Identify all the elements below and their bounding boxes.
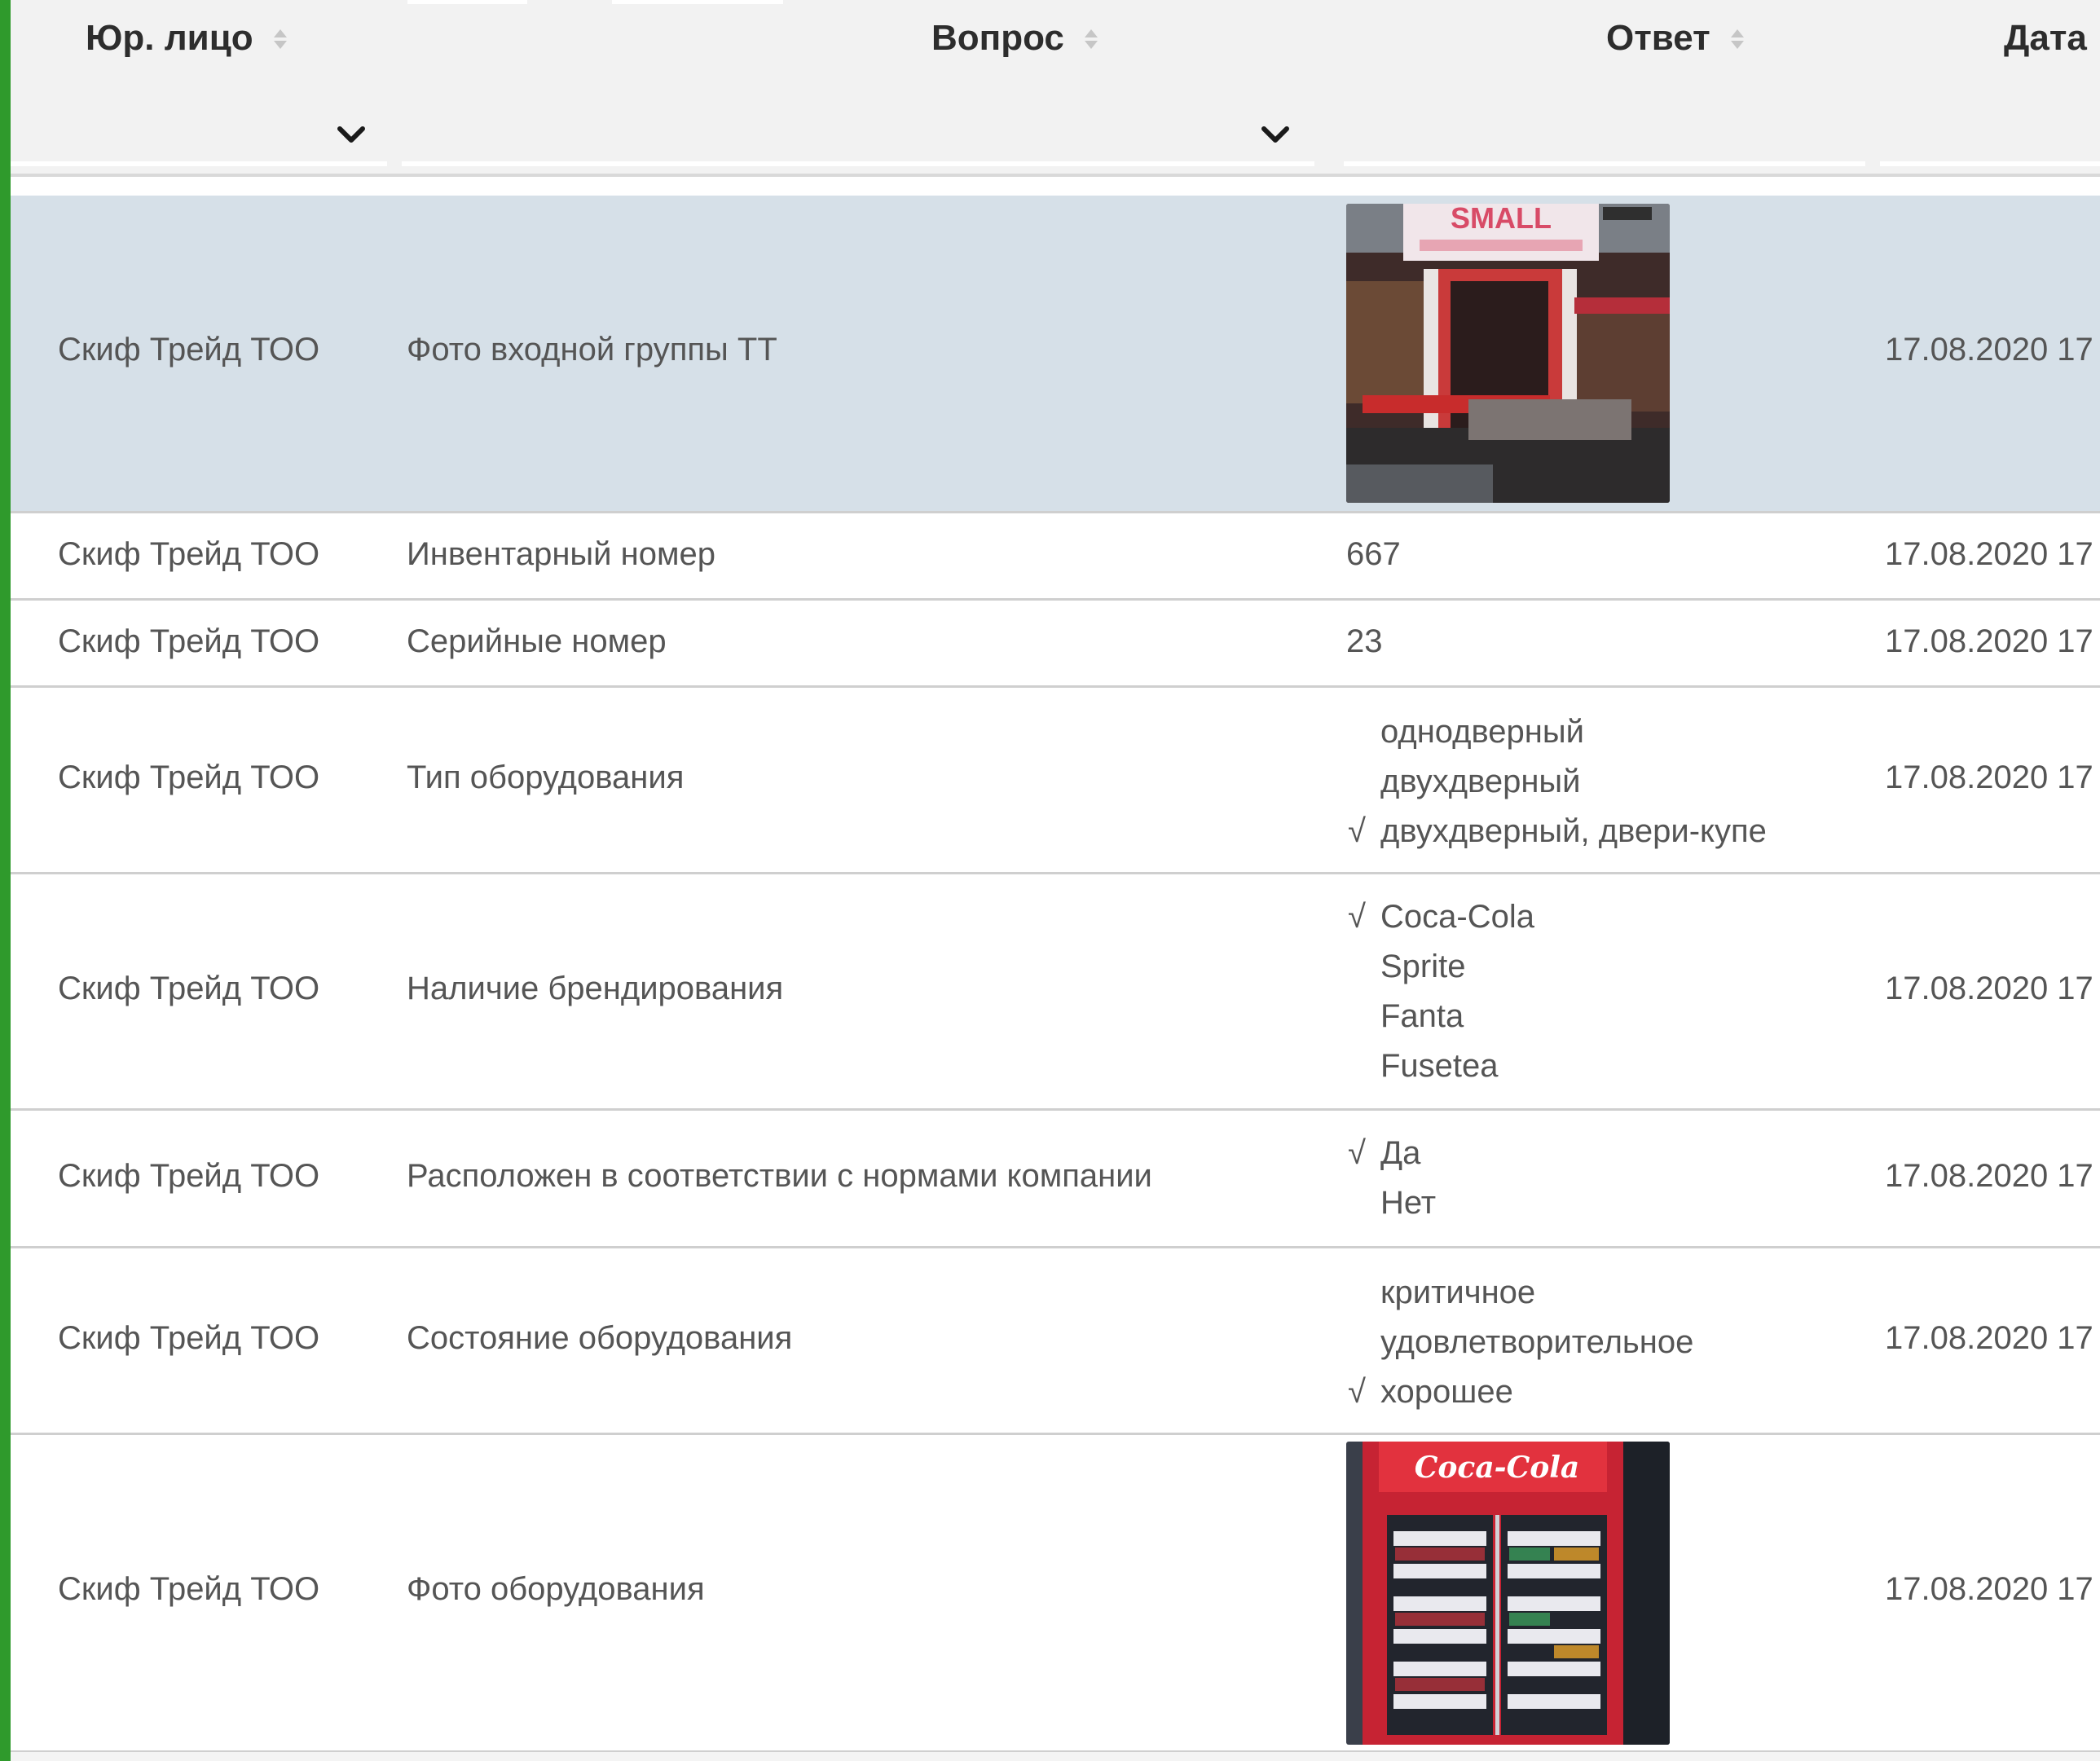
answer-option: √ хорошее bbox=[1346, 1367, 1693, 1417]
answer-cell: 23 bbox=[1346, 623, 1383, 659]
tab-indicator bbox=[612, 0, 783, 4]
table-row[interactable]: Скиф Трейд ТОО Инвентарный номер 667 17.… bbox=[11, 513, 2100, 601]
chevron-down-icon[interactable] bbox=[1259, 119, 1292, 152]
answer-option: удовлетворительное bbox=[1380, 1324, 1694, 1360]
date-cell: 17.08.2020 17 bbox=[1885, 1320, 2093, 1356]
check-icon: √ bbox=[1348, 813, 1366, 849]
answer-option: Fusetea bbox=[1380, 1048, 1499, 1084]
answer-option: Нет bbox=[1380, 1185, 1437, 1221]
sort-icon[interactable] bbox=[1082, 25, 1100, 53]
answer-filter-input[interactable] bbox=[1344, 98, 1865, 166]
photo-sign-text: Coca-Cola bbox=[1415, 1451, 1580, 1485]
date-cell: 17.08.2020 17 bbox=[1885, 1571, 2093, 1607]
answer-option: критичное bbox=[1380, 1275, 1536, 1310]
answer-options: критичное удовлетворительное √ хорошее bbox=[1346, 1268, 1693, 1417]
column-header-answer[interactable]: Ответ bbox=[1606, 18, 1746, 59]
table-row[interactable]: Скиф Трейд ТОО Фото входной группы ТТ SM… bbox=[11, 196, 2100, 513]
equipment-photo[interactable]: Coca-Cola bbox=[1346, 1442, 1670, 1745]
answer-options: √ Да Нет bbox=[1346, 1129, 1436, 1228]
answer-option: Sprite bbox=[1380, 949, 1466, 984]
table-row[interactable]: Скиф Трейд ТОО Тип оборудования однодвер… bbox=[11, 688, 2100, 874]
date-cell: 17.08.2020 17 bbox=[1885, 332, 2093, 368]
table-header: Юр. лицо Вопрос Ответ Дата bbox=[11, 0, 2100, 177]
question-cell: Состояние оборудования bbox=[407, 1320, 793, 1356]
question-cell: Фото входной группы ТТ bbox=[407, 332, 777, 368]
sort-icon[interactable] bbox=[271, 25, 289, 53]
check-icon: √ bbox=[1348, 899, 1366, 935]
column-header-question-label: Вопрос bbox=[931, 18, 1064, 58]
answer-option: двухдверный bbox=[1380, 764, 1581, 799]
table-footer-strip bbox=[11, 1752, 2100, 1761]
answer-options: однодверный двухдверный √ двухдверный, дв… bbox=[1346, 707, 1767, 856]
question-cell: Инвентарный номер bbox=[407, 536, 715, 572]
table-row[interactable]: Скиф Трейд ТОО Состояние оборудования кр… bbox=[11, 1248, 2100, 1435]
answer-cell: 667 bbox=[1346, 536, 1401, 572]
entity-cell: Скиф Трейд ТОО bbox=[58, 1158, 320, 1194]
date-filter-input[interactable] bbox=[1880, 98, 2100, 166]
answer-option: Fanta bbox=[1380, 998, 1464, 1034]
entity-cell: Скиф Трейд ТОО bbox=[58, 971, 320, 1006]
entity-cell: Скиф Трейд ТОО bbox=[58, 1571, 320, 1607]
column-header-date[interactable]: Дата bbox=[2004, 18, 2087, 59]
column-header-date-label: Дата bbox=[2004, 18, 2087, 58]
entity-cell: Скиф Трейд ТОО bbox=[58, 332, 320, 368]
answer-option: √ Да bbox=[1346, 1129, 1436, 1178]
photo-sign-text: SMALL bbox=[1451, 204, 1552, 235]
date-cell: 17.08.2020 17 bbox=[1885, 971, 2093, 1006]
column-header-answer-label: Ответ bbox=[1606, 18, 1710, 58]
question-cell: Наличие брендирования bbox=[407, 971, 784, 1006]
date-cell: 17.08.2020 17 bbox=[1885, 1158, 2093, 1194]
check-icon: √ bbox=[1348, 1374, 1366, 1410]
table-row[interactable]: Скиф Трейд ТОО Фото оборудования Coca-Co… bbox=[11, 1435, 2100, 1753]
question-cell: Тип оборудования bbox=[407, 759, 685, 795]
entity-cell: Скиф Трейд ТОО bbox=[58, 623, 320, 659]
chevron-down-icon[interactable] bbox=[335, 119, 368, 152]
entity-cell: Скиф Трейд ТОО bbox=[58, 759, 320, 795]
column-header-entity[interactable]: Юр. лицо bbox=[86, 18, 289, 59]
question-cell: Фото оборудования bbox=[407, 1571, 705, 1607]
left-accent-bar bbox=[0, 0, 11, 1761]
question-filter-select[interactable] bbox=[402, 98, 1314, 166]
answer-options: √ Coca-Cola Sprite Fanta Fusetea bbox=[1346, 892, 1534, 1091]
column-header-entity-label: Юр. лицо bbox=[86, 18, 253, 58]
answer-option: √ двухдверный, двери-купе bbox=[1346, 807, 1767, 856]
entity-cell: Скиф Трейд ТОО bbox=[58, 536, 320, 572]
answer-option: однодверный bbox=[1380, 714, 1584, 750]
entity-cell: Скиф Трейд ТОО bbox=[58, 1320, 320, 1356]
question-cell: Серийные номер bbox=[407, 623, 667, 659]
answer-option: √ Coca-Cola bbox=[1346, 892, 1534, 942]
table-row[interactable]: Скиф Трейд ТОО Наличие брендирования √ Co… bbox=[11, 874, 2100, 1111]
tab-indicator bbox=[407, 0, 527, 4]
date-cell: 17.08.2020 17 bbox=[1885, 623, 2093, 659]
date-cell: 17.08.2020 17 bbox=[1885, 759, 2093, 795]
question-cell: Расположен в соответствии с нормами комп… bbox=[407, 1158, 1152, 1194]
entity-filter-select[interactable] bbox=[11, 98, 387, 166]
table-row[interactable]: Скиф Трейд ТОО Серийные номер 23 17.08.2… bbox=[11, 601, 2100, 688]
sort-icon[interactable] bbox=[1728, 25, 1746, 53]
date-cell: 17.08.2020 17 bbox=[1885, 536, 2093, 572]
column-header-question[interactable]: Вопрос bbox=[931, 18, 1100, 59]
check-icon: √ bbox=[1348, 1135, 1366, 1171]
storefront-photo[interactable]: SMALL bbox=[1346, 204, 1670, 503]
table-row[interactable]: Скиф Трейд ТОО Расположен в соответствии… bbox=[11, 1111, 2100, 1248]
